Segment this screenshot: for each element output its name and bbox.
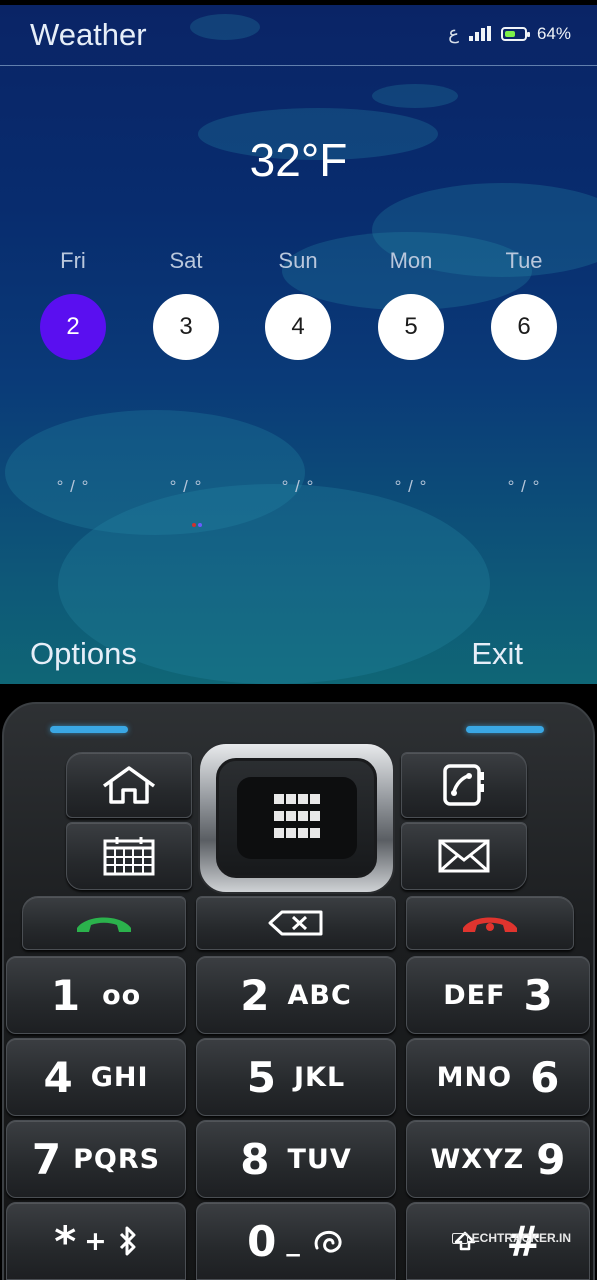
- network-label: ع: [448, 23, 459, 43]
- bluetooth-icon: [311, 1228, 345, 1254]
- forecast-temp-range: ° / °: [507, 477, 541, 496]
- call-key[interactable]: [22, 896, 186, 950]
- key-letters: GHI: [90, 1061, 149, 1093]
- key-letters: WXYZ: [430, 1143, 525, 1175]
- key-number: 7: [31, 1134, 62, 1184]
- end-call-icon: [459, 912, 521, 934]
- options-softkey[interactable]: Options: [30, 636, 137, 672]
- key-number: 8: [240, 1134, 270, 1184]
- watermark-text: ECHTRACKER.IN: [471, 1231, 571, 1245]
- key-number: 0: [247, 1216, 277, 1266]
- battery-fill: [504, 30, 516, 37]
- forecast-day: Mon: [389, 248, 433, 273]
- voicemail-icon: oo: [102, 979, 142, 1011]
- forecast-temp-range: ° / °: [394, 477, 428, 496]
- weather-screen: Weather ع 64% 32°F Fri Sat Sun Mon Tue 2…: [0, 0, 597, 684]
- key-6[interactable]: MNO 6: [406, 1038, 590, 1116]
- key-number: 2: [240, 970, 270, 1020]
- end-call-key[interactable]: [406, 896, 574, 950]
- forecast-temp-range: ° / °: [56, 477, 90, 496]
- messages-key[interactable]: [401, 822, 527, 890]
- forecast-day: Sun: [278, 248, 318, 273]
- forecast-temp-range: ° / °: [281, 477, 315, 496]
- key-number: *: [54, 1216, 77, 1266]
- loading-dots-icon: [192, 514, 206, 527]
- key-9[interactable]: WXYZ 9: [406, 1120, 590, 1198]
- forecast-date-button[interactable]: 5: [378, 294, 444, 360]
- watermark: ECHTRACKER.IN: [451, 1231, 571, 1245]
- forecast-day: Sat: [169, 248, 203, 273]
- key-letters: TUV: [287, 1143, 352, 1175]
- key-number: 4: [43, 1052, 73, 1102]
- key-4[interactable]: 4 GHI: [6, 1038, 186, 1116]
- home-key[interactable]: [66, 752, 192, 818]
- key-0[interactable]: 0 _: [196, 1202, 396, 1280]
- key-number: 1: [50, 970, 81, 1020]
- key-number: 3: [523, 970, 553, 1020]
- key-letters: DEF: [443, 979, 506, 1011]
- menu-grid-icon: [272, 792, 322, 845]
- current-temperature: 32°F: [249, 134, 348, 186]
- calendar-icon: [102, 835, 156, 877]
- call-icon: [73, 912, 135, 934]
- home-icon: [99, 764, 159, 806]
- forecast-temp-range: ° / °: [169, 477, 203, 496]
- clear-key[interactable]: [196, 896, 396, 950]
- watermark-logo-icon: [451, 1232, 468, 1244]
- backspace-icon: [268, 910, 324, 936]
- contacts-key[interactable]: [401, 752, 527, 818]
- key-number: 9: [536, 1134, 566, 1184]
- forecast-date-button[interactable]: 6: [491, 294, 557, 360]
- forecast-date-button[interactable]: 3: [153, 294, 219, 360]
- key-number: 5: [246, 1052, 277, 1102]
- space-icon: _: [286, 1225, 301, 1257]
- calendar-key[interactable]: [66, 822, 192, 890]
- signal-icon: [468, 26, 491, 41]
- status-bar: ع 64%: [438, 23, 571, 44]
- key-1[interactable]: 1 oo: [6, 956, 186, 1034]
- bluetooth-icon: [118, 1225, 138, 1257]
- mail-icon: [437, 838, 491, 874]
- key-letters: MNO: [436, 1061, 513, 1093]
- key-letters: PQRS: [73, 1143, 161, 1175]
- app-bar: Weather ع 64%: [0, 5, 597, 66]
- battery-percent: 64%: [536, 23, 571, 43]
- navigation-key-ring[interactable]: [216, 758, 377, 878]
- key-8[interactable]: 8 TUV: [196, 1120, 396, 1198]
- exit-softkey[interactable]: Exit: [471, 636, 523, 672]
- key-5[interactable]: 5 JKL: [196, 1038, 396, 1116]
- left-softkey-led: [50, 726, 128, 733]
- key-letters: +: [84, 1225, 108, 1257]
- forecast-day: Tue: [505, 248, 543, 273]
- key-2[interactable]: 2 ABC: [196, 956, 396, 1034]
- key-letters: JKL: [294, 1061, 346, 1093]
- navigation-key[interactable]: [198, 742, 395, 894]
- contacts-icon: [440, 762, 488, 808]
- key-7[interactable]: 7 PQRS: [6, 1120, 186, 1198]
- forecast-day: Fri: [60, 248, 86, 273]
- forecast-date-button[interactable]: 4: [265, 294, 331, 360]
- battery-icon: [500, 26, 530, 41]
- app-title: Weather: [30, 17, 147, 52]
- key-star[interactable]: * +: [6, 1202, 186, 1280]
- key-3[interactable]: DEF 3: [406, 956, 590, 1034]
- key-letters: ABC: [287, 979, 352, 1011]
- background-bubble: [372, 84, 458, 108]
- forecast-date-button[interactable]: 2: [40, 294, 106, 360]
- menu-key[interactable]: [237, 777, 357, 859]
- key-number: 6: [530, 1052, 560, 1102]
- right-softkey-led: [466, 726, 544, 733]
